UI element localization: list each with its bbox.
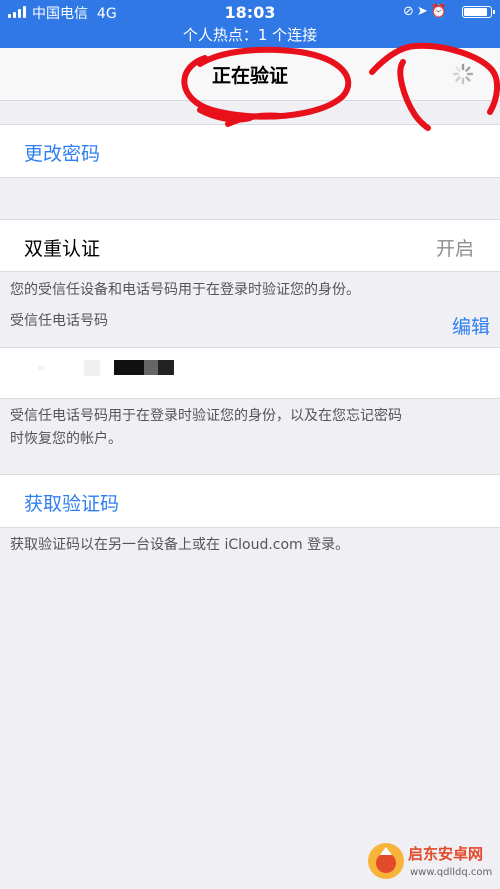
redacted-phone-number: [158, 360, 174, 375]
watermark-name: 启东安卓网: [408, 845, 484, 863]
get-code-button[interactable]: 获取验证码: [24, 489, 119, 516]
change-password-cell[interactable]: 更改密码: [0, 124, 500, 178]
watermark: 启东安卓网 www.qdlldq.com: [366, 837, 496, 887]
edit-trusted-phone-button[interactable]: 编辑: [452, 312, 490, 339]
redacted-phone-number: [144, 360, 158, 375]
alarm-icon: ⏰: [430, 4, 450, 19]
redacted-phone-number: [38, 366, 44, 370]
hotspot-banner[interactable]: 个人热点：1 个连接: [0, 24, 500, 45]
trusted-phone-cell: [0, 347, 500, 399]
orientation-lock-icon: ⊘: [403, 4, 417, 19]
change-password-button[interactable]: 更改密码: [24, 139, 100, 166]
two-factor-cell[interactable]: 双重认证 开启: [0, 219, 500, 272]
two-factor-description: 您的受信任设备和电话号码用于在登录时验证您的身份。: [10, 282, 360, 298]
get-code-cell[interactable]: 获取验证码: [0, 474, 500, 528]
two-factor-status: 开启: [435, 238, 474, 260]
trusted-phone-note: 受信任电话号码用于在登录时验证您的身份，以及在您忘记密码 时恢复您的帐户。: [10, 405, 490, 451]
watermark-logo-icon: [368, 843, 404, 879]
location-icon: ➤: [416, 4, 431, 19]
trusted-phone-note-line: 受信任电话号码用于在登录时验证您的身份，以及在您忘记密码: [10, 408, 402, 424]
status-row: 中国电信 4G 18:03 ⊘➤⏰: [0, 0, 500, 24]
trusted-phone-note-line: 时恢复您的帐户。: [10, 431, 122, 447]
redacted-phone-number: [114, 360, 144, 375]
get-code-note: 获取验证码以在另一台设备上或在 iCloud.com 登录。: [10, 537, 350, 553]
two-factor-label: 双重认证: [24, 238, 101, 260]
status-icons: ⊘➤⏰: [403, 4, 450, 19]
battery-icon: [462, 6, 495, 18]
page-title: 正在验证: [211, 65, 288, 87]
status-bar: 中国电信 4G 18:03 ⊘➤⏰ 个人热点：1 个连接: [0, 0, 500, 48]
redacted-phone-number: [84, 360, 100, 376]
spinner-icon: [452, 63, 474, 85]
nav-bar: 正在验证: [0, 48, 500, 101]
trusted-phone-header: 受信任电话号码: [10, 313, 108, 329]
watermark-url: www.qdlldq.com: [410, 867, 493, 878]
